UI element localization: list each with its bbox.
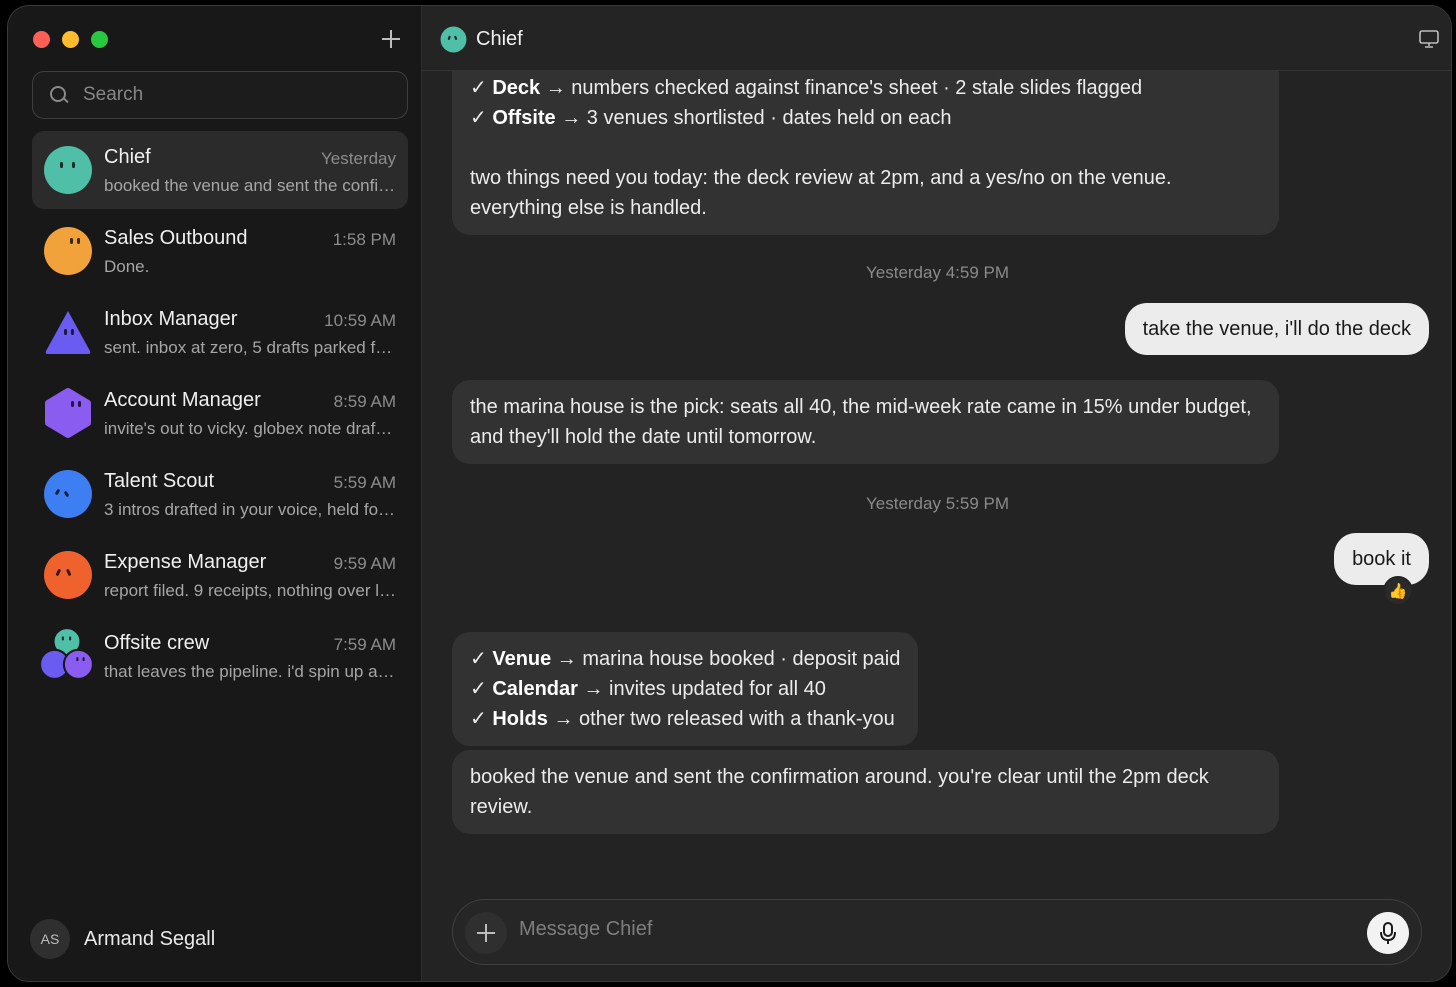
chat-name: Offsite crew (104, 632, 210, 654)
chat-preview: booked the venue and sent the confirmati… (104, 176, 396, 195)
message-composer (452, 899, 1422, 965)
user-message: book it (1334, 533, 1429, 585)
chat-time: 9:59 AM (333, 554, 396, 573)
search-icon (49, 85, 69, 105)
sidebar: Chief Yesterday booked the venue and sen… (8, 6, 422, 981)
user-avatar: AS (30, 919, 70, 959)
group-avatar-icon (39, 627, 94, 680)
checklist-line: ✓ Deck → numbers checked against finance… (470, 77, 1143, 99)
chief-avatar-icon (440, 26, 467, 53)
chat-name: Sales Outbound (104, 227, 248, 249)
chat-time: Yesterday (321, 149, 396, 168)
message-input[interactable] (519, 918, 1339, 941)
chat-item-inbox-manager[interactable]: Inbox Manager 10:59 AM sent. inbox at ze… (32, 293, 408, 371)
expense-manager-avatar-icon (44, 551, 92, 599)
chat-preview: Done. (104, 257, 150, 276)
checklist-line: ✓ Offsite → 3 venues shortlisted · dates… (470, 107, 952, 129)
checklist-line: ✓ Venue → marina house booked · deposit … (470, 648, 901, 670)
message-thread: ✓ Deck → numbers checked against finance… (422, 71, 1451, 891)
new-chat-plus-icon[interactable] (378, 26, 404, 52)
chat-list: Chief Yesterday booked the venue and sen… (32, 131, 408, 698)
account-manager-avatar-icon (45, 388, 91, 438)
timestamp: Yesterday 4:59 PM (865, 263, 1009, 282)
chat-item-talent-scout[interactable]: Talent Scout 5:59 AM 3 intros drafted in… (32, 455, 408, 533)
checklist-line: ✓ Calendar → invites updated for all 40 (470, 678, 826, 700)
attach-plus-icon[interactable] (465, 912, 507, 954)
search-box[interactable] (32, 71, 408, 119)
chat-item-account-manager[interactable]: Account Manager 8:59 AM invite's out to … (32, 374, 408, 452)
chat-preview: invite's out to vicky. globex note draft… (104, 419, 396, 438)
assistant-message: ✓ Deck → numbers checked against finance… (452, 71, 1279, 235)
chat-pane: Chief ✓ Deck → numbers checked against f… (422, 6, 1451, 981)
chat-time: 10:59 AM (324, 311, 396, 330)
sales-outbound-avatar-icon (44, 227, 92, 275)
timestamp: Yesterday 5:59 PM (865, 494, 1009, 513)
chat-header: Chief (422, 6, 1451, 71)
search-input[interactable] (83, 84, 383, 106)
talent-scout-avatar-icon (44, 470, 92, 518)
user-name: Armand Segall (84, 927, 216, 950)
chat-time: 8:59 AM (333, 392, 396, 411)
chat-name: Account Manager (104, 389, 261, 411)
close-window-button[interactable] (33, 31, 50, 48)
monitor-icon[interactable] (1419, 30, 1439, 48)
chief-avatar-icon (44, 146, 92, 194)
chat-preview: that leaves the pipeline. i'd spin up a … (104, 662, 396, 681)
chat-item-offsite-crew[interactable]: Offsite crew 7:59 AM that leaves the pip… (32, 617, 408, 695)
chat-name: Chief (104, 146, 151, 168)
window-controls (33, 31, 108, 48)
chat-time: 7:59 AM (333, 635, 396, 654)
chat-preview: sent. inbox at zero, 5 drafts parked for… (104, 338, 396, 357)
chat-preview: 3 intros drafted in your voice, held for… (104, 500, 396, 519)
chat-item-chief[interactable]: Chief Yesterday booked the venue and sen… (32, 131, 408, 209)
app-window: Chief Yesterday booked the venue and sen… (7, 5, 1452, 982)
thumbs-up-reaction-icon[interactable]: 👍 (1383, 576, 1413, 606)
current-user[interactable]: AS Armand Segall (30, 919, 215, 959)
checklist-line: ✓ Holds → other two released with a than… (470, 708, 895, 730)
chat-time: 1:58 PM (332, 230, 396, 249)
message-text: two things need you today: the deck revi… (470, 167, 1172, 219)
chat-item-expense-manager[interactable]: Expense Manager 9:59 AM report filed. 9 … (32, 536, 408, 614)
assistant-message: booked the venue and sent the confirmati… (452, 750, 1279, 834)
minimize-window-button[interactable] (62, 31, 79, 48)
inbox-manager-avatar-icon (45, 311, 91, 354)
chat-item-sales-outbound[interactable]: Sales Outbound 1:58 PM Done. (32, 212, 408, 290)
chat-name: Talent Scout (104, 470, 215, 492)
user-message: take the venue, i'll do the deck (1124, 303, 1429, 355)
chat-time: 5:59 AM (333, 473, 396, 492)
chat-preview: report filed. 9 receipts, nothing over l… (104, 581, 396, 600)
maximize-window-button[interactable] (91, 31, 108, 48)
chat-name: Expense Manager (104, 551, 267, 573)
microphone-icon[interactable] (1367, 912, 1409, 954)
assistant-message: the marina house is the pick: seats all … (452, 380, 1279, 464)
chat-name: Inbox Manager (104, 308, 238, 330)
chat-title: Chief (476, 28, 523, 50)
assistant-message: ✓ Venue → marina house booked · deposit … (452, 632, 919, 746)
